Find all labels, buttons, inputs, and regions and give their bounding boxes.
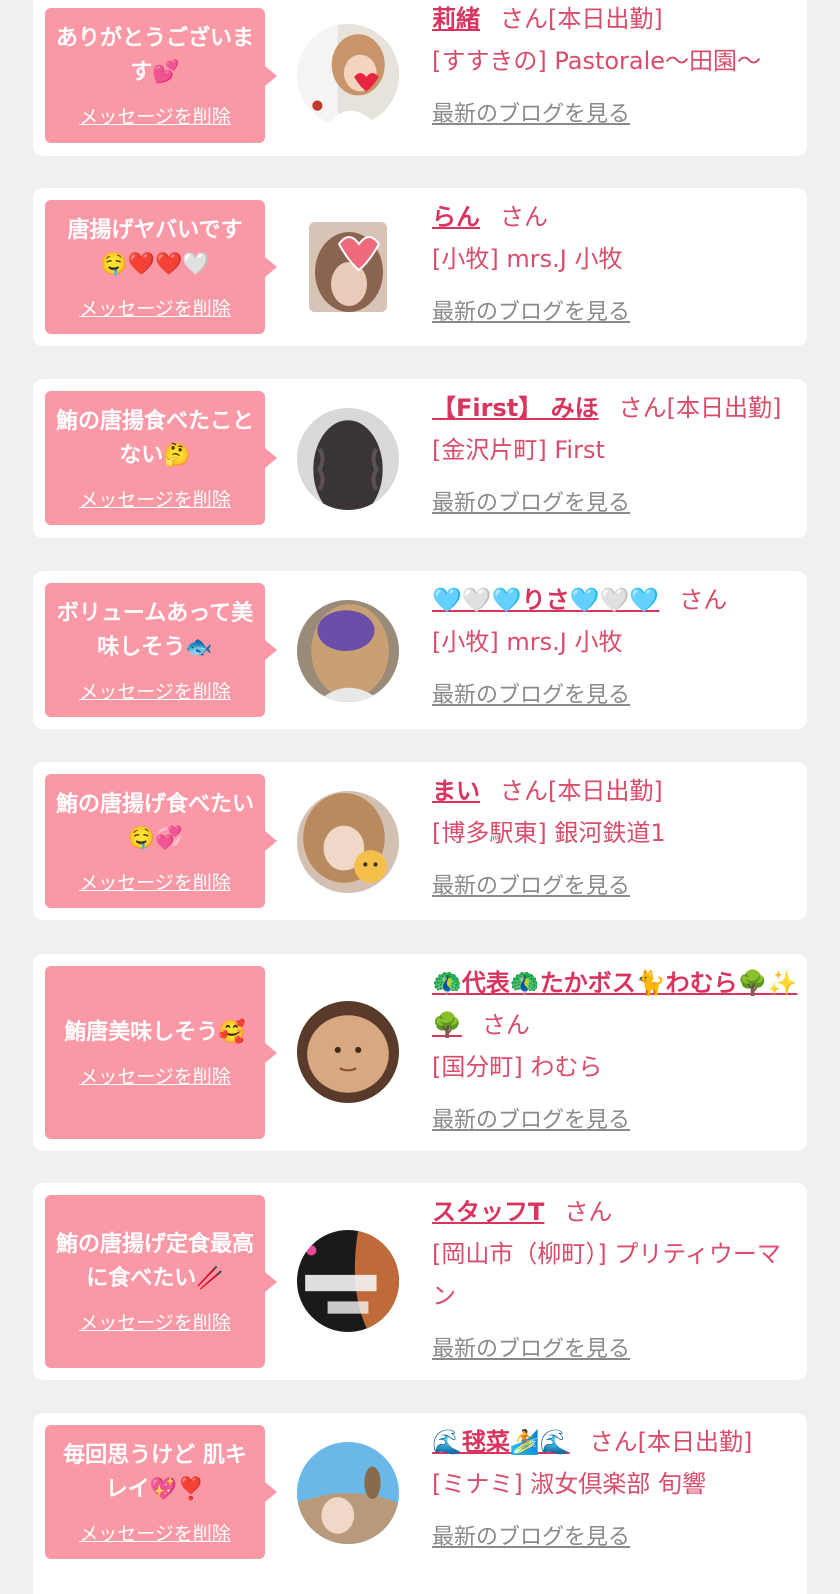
shop-name: [小牧] mrs.J 小牧 [432, 245, 623, 273]
name-line: らん さん [432, 196, 802, 238]
latest-blog-link[interactable]: 最新のブログを見る [432, 868, 630, 900]
message-bubble: 鮪の唐揚げ食べたい🤤💞 メッセージを削除 [45, 774, 277, 908]
avatar[interactable] [297, 600, 399, 702]
cast-info: まい さん[本日出勤] [博多駅東] 銀河鉄道1 最新のブログを見る [432, 770, 802, 900]
message-text: 毎回思うけど 肌キレイ💖❣️ [63, 1442, 247, 1502]
honorific: さん[本日出勤] [589, 1428, 753, 1456]
message-text: 唐揚げヤバいです🤤❤️❤️🤍 [67, 217, 243, 277]
name-line: 莉緒 さん[本日出勤] [432, 0, 802, 40]
name-line: スタッフT さん [432, 1191, 802, 1233]
honorific: さん[本日出勤] [500, 777, 663, 805]
name-line: まい さん[本日出勤] [432, 770, 802, 812]
message-card: 鮪唐美味しそう🥰 メッセージを削除 🦚代表🦚たかボス🐈わむら🌳✨🌳 さん [国分町… [33, 954, 807, 1151]
message-list: ありがとうございます💕 メッセージを削除 莉緒 さん[本日出勤] [すすきの] P… [0, 0, 840, 1594]
cast-info: 🦚代表🦚たかボス🐈わむら🌳✨🌳 さん [国分町] わむら 最新のブログを見る [432, 962, 802, 1134]
message-text: 鮪の唐揚食べたことない🤔 [55, 408, 254, 468]
honorific: さん[本日出勤] [618, 394, 782, 422]
message-bubble: ボリュームあって美味しそう🐟 メッセージを削除 [45, 583, 277, 717]
message-text: ありがとうございます💕 [55, 26, 254, 85]
delete-message-link[interactable]: メッセージを削除 [79, 294, 231, 321]
delete-message-link[interactable]: メッセージを削除 [79, 1308, 231, 1335]
delete-message-link[interactable]: メッセージを削除 [79, 102, 231, 129]
honorific: さん[本日出勤] [500, 5, 663, 33]
message-card: ボリュームあって美味しそう🐟 メッセージを削除 🩵🤍🩵りさ🩵🤍🩵 さん [小牧] … [33, 571, 807, 729]
latest-blog-link[interactable]: 最新のブログを見る [432, 1331, 630, 1363]
message-text: 鮪唐美味しそう🥰 [64, 1020, 246, 1045]
cast-name-link[interactable]: 🌊毬菜🏄🌊 [432, 1428, 570, 1456]
cast-info: 🩵🤍🩵りさ🩵🤍🩵 さん [小牧] mrs.J 小牧 最新のブログを見る [432, 579, 802, 709]
name-line: 🌊毬菜🏄🌊 さん[本日出勤] [432, 1421, 802, 1463]
message-bubble: ありがとうございます💕 メッセージを削除 [45, 8, 277, 143]
name-line: 【First】 みほ さん[本日出勤] [432, 387, 802, 429]
message-bubble: 毎回思うけど 肌キレイ💖❣️ メッセージを削除 [45, 1425, 277, 1559]
message-text: 鮪の唐揚げ食べたい🤤💞 [55, 791, 254, 851]
cast-info: らん さん [小牧] mrs.J 小牧 最新のブログを見る [432, 196, 802, 326]
avatar[interactable] [297, 24, 399, 126]
message-card: 鮪の唐揚げ定食最高に食べたい🥢 メッセージを削除 スタッフT さん [岡山市（柳町… [33, 1183, 807, 1380]
cast-name-link[interactable]: 莉緒 [432, 5, 480, 33]
honorific: さん [679, 586, 728, 614]
avatar[interactable] [297, 791, 399, 893]
avatar-photo-icon [297, 791, 399, 893]
message-text: ボリュームあって美味しそう🐟 [56, 600, 254, 660]
avatar[interactable] [297, 1001, 399, 1103]
delete-message-link[interactable]: メッセージを削除 [79, 1062, 231, 1089]
cast-info: 莉緒 さん[本日出勤] [すすきの] Pastorale～田園～ 最新のブログを見… [432, 0, 802, 128]
cast-name-link[interactable]: 🩵🤍🩵りさ🩵🤍🩵 [432, 586, 659, 614]
cast-name-link[interactable]: まい [432, 777, 480, 805]
name-line: 🦚代表🦚たかボス🐈わむら🌳✨🌳 さん [432, 962, 802, 1046]
message-bubble: 鮪の唐揚食べたことない🤔 メッセージを削除 [45, 391, 277, 525]
shop-name: [金沢片町] First [432, 436, 605, 464]
latest-blog-link[interactable]: 最新のブログを見る [432, 294, 630, 326]
message-card: 鮪の唐揚食べたことない🤔 メッセージを削除 【First】 みほ さん[本日出勤]… [33, 379, 807, 538]
avatar[interactable] [297, 408, 399, 510]
avatar-photo-icon [297, 24, 399, 126]
message-card: 唐揚げヤバいです🤤❤️❤️🤍 メッセージを削除 らん さん [小牧] mrs.J … [33, 188, 807, 346]
message-card: ありがとうございます💕 メッセージを削除 莉緒 さん[本日出勤] [すすきの] P… [33, 0, 807, 156]
avatar-photo-icon [297, 1442, 399, 1544]
shop-name: [岡山市（柳町）] プリティウーマン [432, 1240, 781, 1310]
latest-blog-link[interactable]: 最新のブログを見る [432, 677, 630, 709]
message-bubble: 鮪唐美味しそう🥰 メッセージを削除 [45, 966, 277, 1139]
cast-name-link[interactable]: スタッフT [432, 1198, 544, 1226]
honorific: さん [564, 1198, 613, 1226]
delete-message-link[interactable]: メッセージを削除 [79, 677, 231, 704]
latest-blog-link[interactable]: 最新のブログを見る [432, 96, 630, 128]
avatar-photo-icon [309, 222, 387, 312]
message-bubble: 鮪の唐揚げ定食最高に食べたい🥢 メッセージを削除 [45, 1195, 277, 1368]
message-card: 毎回思うけど 肌キレイ💖❣️ メッセージを削除 🌊毬菜🏄🌊 さん[本日出勤] [ミ… [33, 1413, 807, 1594]
honorific: さん [500, 203, 548, 231]
shop-name: [ミナミ] 淑女倶楽部 旬響 [432, 1470, 706, 1498]
latest-blog-link[interactable]: 最新のブログを見る [432, 485, 630, 517]
shop-name: [すすきの] Pastorale～田園～ [432, 47, 762, 75]
avatar-photo-icon [297, 1001, 399, 1103]
shop-name: [小牧] mrs.J 小牧 [432, 628, 623, 656]
avatar-photo-icon [297, 1230, 399, 1332]
message-text: 鮪の唐揚げ定食最高に食べたい🥢 [55, 1232, 254, 1291]
avatar[interactable] [297, 1230, 399, 1332]
message-card: 鮪の唐揚げ食べたい🤤💞 メッセージを削除 まい さん[本日出勤] [博多駅東] 銀… [33, 762, 807, 920]
cast-info: 🌊毬菜🏄🌊 さん[本日出勤] [ミナミ] 淑女倶楽部 旬響 最新のブログを見る [432, 1421, 802, 1551]
cast-info: スタッフT さん [岡山市（柳町）] プリティウーマン 最新のブログを見る [432, 1191, 802, 1363]
cast-info: 【First】 みほ さん[本日出勤] [金沢片町] First 最新のブログを見… [432, 387, 802, 517]
delete-message-link[interactable]: メッセージを削除 [79, 1519, 231, 1546]
avatar[interactable] [297, 1442, 399, 1544]
name-line: 🩵🤍🩵りさ🩵🤍🩵 さん [432, 579, 802, 621]
delete-message-link[interactable]: メッセージを削除 [79, 868, 231, 895]
avatar[interactable] [309, 222, 387, 312]
delete-message-link[interactable]: メッセージを削除 [79, 485, 231, 512]
avatar-photo-icon [297, 408, 399, 510]
latest-blog-link[interactable]: 最新のブログを見る [432, 1102, 630, 1134]
cast-name-link[interactable]: 【First】 みほ [432, 394, 599, 422]
honorific: さん [481, 1011, 530, 1039]
message-bubble: 唐揚げヤバいです🤤❤️❤️🤍 メッセージを削除 [45, 200, 277, 334]
latest-blog-link[interactable]: 最新のブログを見る [432, 1519, 630, 1551]
shop-name: [国分町] わむら [432, 1053, 603, 1081]
avatar-photo-icon [297, 600, 399, 702]
shop-name: [博多駅東] 銀河鉄道1 [432, 819, 666, 847]
cast-name-link[interactable]: らん [432, 203, 480, 231]
